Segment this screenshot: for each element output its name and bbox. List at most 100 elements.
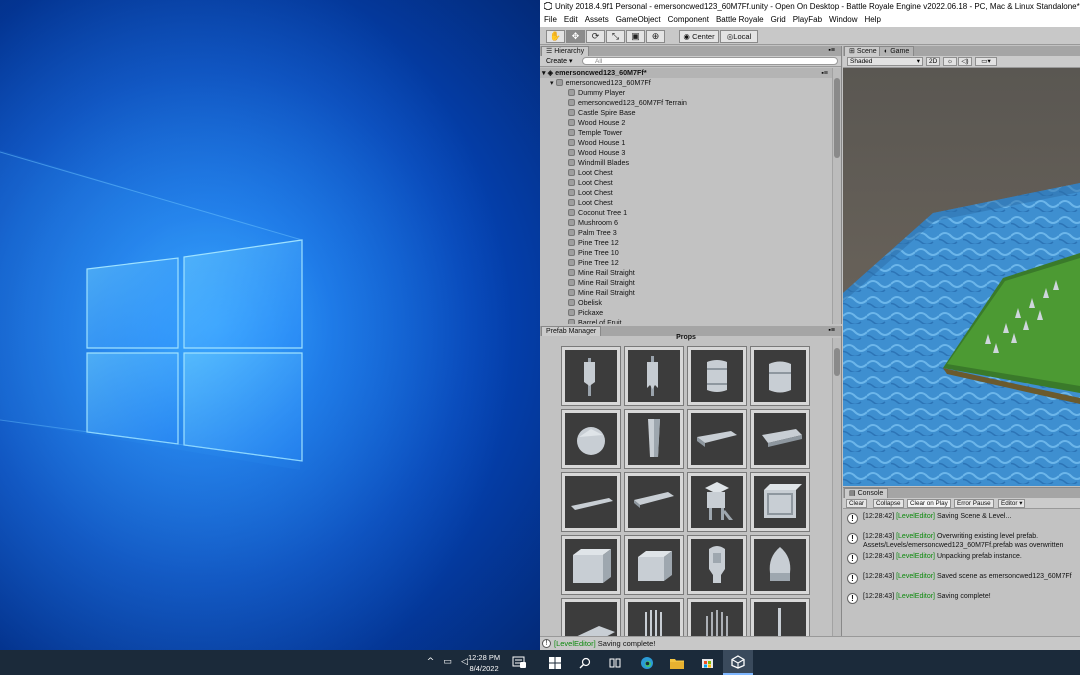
toggle-2d-button[interactable]: 2D — [926, 57, 940, 66]
clear-button[interactable]: Clear — [846, 499, 868, 508]
search-button[interactable] — [570, 650, 600, 675]
hierarchy-scroll-thumb[interactable] — [834, 78, 840, 158]
unity-taskbar-button[interactable] — [723, 650, 753, 675]
hierarchy-item[interactable]: Mushroom 6 — [540, 218, 832, 228]
scene-viewport[interactable] — [843, 68, 1080, 486]
hierarchy-item[interactable]: Temple Tower — [540, 128, 832, 138]
prefab-thumbnail-banner[interactable] — [561, 346, 621, 406]
prefab-scrollbar[interactable] — [832, 338, 841, 636]
menu-help[interactable]: Help — [865, 13, 881, 27]
prefab-scroll-thumb[interactable] — [834, 348, 840, 376]
tab-game[interactable]: ◐ Game — [879, 46, 915, 56]
create-dropdown[interactable]: Create ▾ — [546, 56, 572, 67]
hierarchy-item[interactable]: Loot Chest — [540, 168, 832, 178]
chevron-up-icon[interactable]: ^ — [424, 656, 437, 669]
hierarchy-item[interactable]: Pickaxe — [540, 308, 832, 318]
menu-playfab[interactable]: PlayFab — [793, 13, 822, 27]
window-titlebar[interactable]: Unity 2018.4.9f1 Personal - emersoncwed1… — [540, 0, 1080, 13]
hierarchy-item[interactable]: Mine Rail Straight — [540, 278, 832, 288]
tab-scene[interactable]: ⊞ Scene — [844, 46, 882, 56]
prefab-thumbnail-barrel-2[interactable] — [750, 346, 810, 406]
prefab-thumbnail-egg-rock[interactable] — [750, 535, 810, 595]
tab-console[interactable]: ▤ Console — [844, 488, 889, 498]
prefab-thumbnail-coffin[interactable] — [687, 409, 747, 469]
hierarchy-item[interactable]: Pine Tree 10 — [540, 248, 832, 258]
start-button[interactable] — [540, 650, 570, 675]
hierarchy-item[interactable]: Pine Tree 12 — [540, 258, 832, 268]
hierarchy-item[interactable]: emersoncwed123_60M7Ff Terrain — [540, 98, 832, 108]
move-tool-button[interactable]: ✥ — [566, 30, 585, 43]
hierarchy-item[interactable]: Mine Rail Straight — [540, 288, 832, 298]
clear-on-play-button[interactable]: Clear on Play — [907, 499, 951, 508]
hierarchy-item[interactable]: Loot Chest — [540, 178, 832, 188]
prefab-thumbnail-outhouse[interactable] — [687, 472, 747, 532]
hierarchy-item[interactable]: Windmill Blades — [540, 158, 832, 168]
console-log-entry[interactable]: ! [12:28:43] [LevelEditor] Unpacking pref… — [843, 552, 1080, 570]
hierarchy-item[interactable]: Barrel of Fruit — [540, 318, 832, 324]
console-log-entry[interactable]: ! [12:28:43] [LevelEditor] Saved scene as… — [843, 572, 1080, 590]
prefab-thumbnail-barrel[interactable] — [687, 346, 747, 406]
collapse-button[interactable]: Collapse — [873, 499, 904, 508]
console-log-entry[interactable]: ! [12:28:43] [LevelEditor] Saving complet… — [843, 592, 1080, 610]
editor-dropdown[interactable]: Editor ▾ — [998, 499, 1026, 508]
hierarchy-item[interactable]: Dummy Player — [540, 88, 832, 98]
hierarchy-item[interactable]: Palm Tree 3 — [540, 228, 832, 238]
menu-battle-royale[interactable]: Battle Royale — [716, 13, 764, 27]
scale-tool-button[interactable]: ⤡ — [606, 30, 625, 43]
hierarchy-search-input[interactable]: All — [582, 57, 838, 65]
hierarchy-item[interactable]: Wood House 3 — [540, 148, 832, 158]
hierarchy-item[interactable]: Coconut Tree 1 — [540, 208, 832, 218]
hierarchy-item[interactable]: Loot Chest — [540, 198, 832, 208]
tab-hierarchy[interactable]: ☰ Hierarchy — [541, 46, 590, 56]
rotate-tool-button[interactable]: ⟳ — [586, 30, 605, 43]
menu-component[interactable]: Component — [668, 13, 709, 27]
transform-tool-button[interactable]: ⊕ — [646, 30, 665, 43]
console-log-entry[interactable]: ! [12:28:43] [LevelEditor] Overwriting ex… — [843, 532, 1080, 550]
audio-toggle[interactable]: ◁) — [958, 57, 972, 66]
menu-file[interactable]: File — [544, 13, 557, 27]
menu-grid[interactable]: Grid — [771, 13, 786, 27]
prefab-thumbnail-gravestone[interactable] — [687, 535, 747, 595]
console-log-entry[interactable]: ! [12:28:42] [LevelEditor] Saving Scene &… — [843, 512, 1080, 530]
prefab-thumbnail-stone-block[interactable] — [624, 535, 684, 595]
pivot-center-button[interactable]: ◉ Center — [679, 30, 719, 43]
hierarchy-item[interactable]: Obelisk — [540, 298, 832, 308]
scene-row[interactable]: ▾ ◈ emersoncwed123_60M7Ff* ▪≡ — [540, 68, 832, 78]
prefab-thumbnail-boulder[interactable] — [561, 409, 621, 469]
task-view-button[interactable] — [600, 650, 630, 675]
edge-browser-button[interactable] — [632, 650, 662, 675]
rect-tool-button[interactable]: ▣ — [626, 30, 645, 43]
menu-edit[interactable]: Edit — [564, 13, 578, 27]
root-object-row[interactable]: ▾ emersoncwed123_60M7Ff — [540, 78, 832, 88]
menu-gameobject[interactable]: GameObject — [616, 13, 661, 27]
menu-assets[interactable]: Assets — [585, 13, 609, 27]
taskbar-clock[interactable]: 12:28 PM 8/4/2022 — [468, 652, 500, 674]
pivot-local-button[interactable]: ◎Local — [720, 30, 758, 43]
prefab-thumbnail-rail-plank[interactable] — [561, 472, 621, 532]
status-bar[interactable]: ! [LevelEditor] Saving complete! — [540, 636, 1080, 650]
menu-window[interactable]: Window — [829, 13, 857, 27]
hierarchy-scrollbar[interactable] — [832, 68, 841, 324]
hierarchy-item[interactable]: Wood House 1 — [540, 138, 832, 148]
hierarchy-item[interactable]: Pine Tree 12 — [540, 238, 832, 248]
store-button[interactable] — [692, 650, 722, 675]
prefab-thumbnail-mine-cart[interactable] — [750, 409, 810, 469]
effects-dropdown[interactable]: ▭▾ — [975, 57, 997, 66]
hierarchy-item[interactable]: Mine Rail Straight — [540, 268, 832, 278]
shading-mode-dropdown[interactable]: Shaded ▾ — [847, 57, 923, 66]
scene-menu-icon[interactable]: ▪≡ — [821, 68, 828, 78]
prefab-thumbnail-stone-crate[interactable] — [561, 535, 621, 595]
hierarchy-item[interactable]: Wood House 2 — [540, 118, 832, 128]
network-icon[interactable]: ▭ — [441, 656, 454, 669]
prefab-thumbnail-crate[interactable] — [750, 472, 810, 532]
panel-menu-icon[interactable]: ▪≡ — [828, 46, 835, 56]
error-pause-button[interactable]: Error Pause — [954, 499, 994, 508]
prefab-thumbnail-banner-tattered[interactable] — [624, 346, 684, 406]
hand-tool-button[interactable]: ✋ — [546, 30, 565, 43]
lighting-toggle[interactable]: ☼ — [943, 57, 957, 66]
notification-center-icon[interactable] — [512, 655, 526, 669]
prefab-thumbnail-obelisk[interactable] — [624, 409, 684, 469]
file-explorer-button[interactable] — [662, 650, 692, 675]
prefab-thumbnail-mine-rail[interactable] — [624, 472, 684, 532]
hierarchy-item[interactable]: Loot Chest — [540, 188, 832, 198]
